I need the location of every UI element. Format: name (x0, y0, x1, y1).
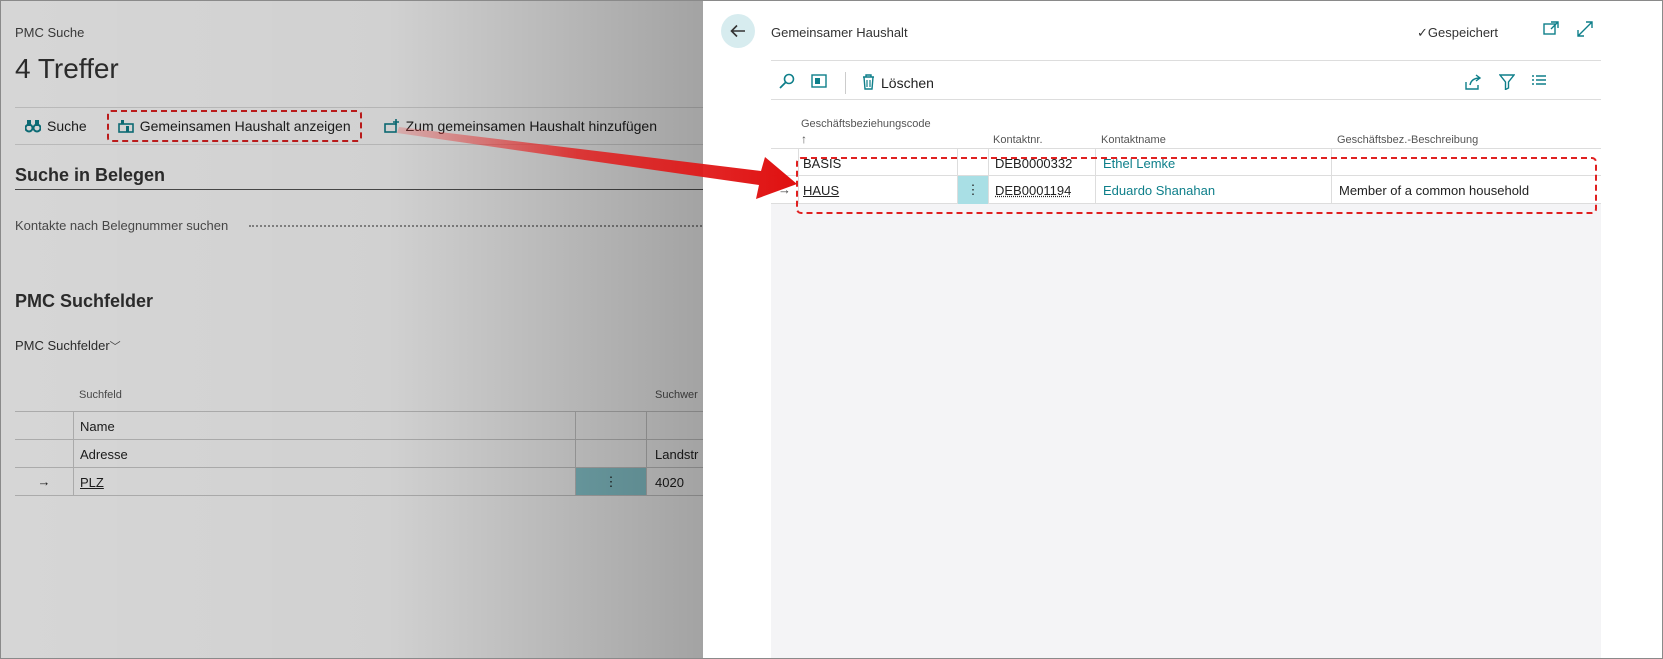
share-icon[interactable] (1465, 74, 1482, 94)
column-header-field[interactable]: Suchfeld (79, 389, 122, 401)
contact-no-cell[interactable]: DEB0000332 (995, 156, 1072, 171)
toolbar-divider (771, 99, 1601, 100)
row-selected-arrow-icon: → (771, 176, 799, 204)
header-divider (771, 60, 1601, 61)
cell-divider (1095, 149, 1096, 177)
row-selected-arrow-icon: → (15, 468, 74, 495)
field-value[interactable]: 4020 (655, 475, 684, 490)
delete-button[interactable]: Löschen (862, 73, 934, 93)
documents-field-input[interactable] (249, 225, 709, 227)
table-row[interactable]: Adresse Landstr (15, 440, 715, 468)
chevron-down-icon: ﹀ (109, 341, 121, 353)
household-icon (117, 119, 134, 133)
documents-field-label: Kontakte nach Belegnummer suchen (15, 218, 229, 233)
panel-title: Gemeinsamer Haushalt (771, 25, 908, 40)
list-view-icon[interactable] (1531, 74, 1547, 92)
row-menu-cell[interactable] (575, 440, 647, 467)
row-marker (15, 412, 74, 439)
table-row[interactable]: → PLZ ⋮ 4020 (15, 468, 715, 496)
row-menu-cell[interactable] (575, 412, 647, 439)
contact-no-cell[interactable]: DEB0001194 (995, 183, 1071, 198)
show-household-button[interactable]: Gemeinsamen Haushalt anzeigen (106, 110, 362, 142)
expand-icon[interactable] (1577, 21, 1593, 41)
sort-ascending-icon[interactable]: ↑ (801, 132, 807, 146)
section-fields-title[interactable]: PMC Suchfelder (15, 291, 153, 312)
section-divider (15, 189, 715, 190)
arrow-left-icon (730, 24, 745, 38)
description-cell[interactable]: Member of a common household (1339, 183, 1529, 198)
column-header-code[interactable]: Geschäftsbeziehungscode (801, 118, 931, 130)
table-row-selected[interactable]: → HAUS ⋮ DEB0001194 Eduardo Shanahan Mem… (771, 176, 1601, 204)
cell-divider (1331, 149, 1332, 177)
checkmark-icon: ✓ (1417, 25, 1428, 40)
row-menu-button[interactable]: ⋮ (575, 468, 647, 495)
search-icon[interactable] (779, 73, 795, 93)
filter-icon[interactable] (1498, 74, 1516, 94)
grid-body (771, 156, 1601, 658)
back-button[interactable] (721, 14, 755, 48)
search-fields-table: Name Adresse Landstr → PLZ ⋮ 4020 (15, 411, 715, 496)
contact-no-value: DEB0001194 (995, 183, 1072, 198)
household-panel: Gemeinsamer Haushalt ✓Gespeichert Lösche… (703, 1, 1662, 658)
fields-subsection-label: PMC Suchfelder (15, 338, 110, 353)
add-to-household-button[interactable]: Zum gemeinsamen Haushalt hinzufügen (383, 118, 657, 134)
field-name: Name (80, 419, 115, 434)
field-name: Adresse (80, 447, 128, 462)
cell-divider (1331, 176, 1332, 204)
delete-button-label: Löschen (881, 75, 934, 91)
code-cell[interactable]: HAUS (803, 183, 839, 198)
contact-name-link[interactable]: Ethel Lemke (1103, 156, 1175, 171)
toolbar-separator (845, 72, 846, 94)
fields-subsection-toggle[interactable]: PMC Suchfelder﹀ (15, 338, 121, 354)
saved-status: ✓Gespeichert (1417, 25, 1498, 41)
row-menu-cell[interactable] (957, 149, 989, 177)
binoculars-icon (24, 119, 42, 133)
trash-icon (862, 73, 875, 93)
search-action-label: Suche (47, 118, 87, 134)
cell-divider (1095, 176, 1096, 204)
edit-list-icon[interactable] (811, 73, 827, 93)
add-household-icon (383, 119, 400, 133)
column-header-contact-name[interactable]: Kontaktname (1101, 134, 1166, 146)
open-new-window-icon[interactable] (1543, 21, 1559, 39)
row-menu-button[interactable]: ⋮ (957, 176, 989, 204)
column-header-description[interactable]: Geschäftsbez.-Beschreibung (1337, 134, 1478, 146)
row-marker (771, 149, 799, 177)
field-name-link[interactable]: PLZ (80, 475, 104, 490)
code-cell[interactable]: BASIS (803, 156, 841, 171)
table-row[interactable]: BASIS DEB0000332 Ethel Lemke (771, 148, 1601, 177)
page-caption: PMC Suche (15, 25, 85, 40)
show-household-label: Gemeinsamen Haushalt anzeigen (139, 118, 351, 134)
contact-name-link[interactable]: Eduardo Shanahan (1103, 183, 1215, 198)
column-header-contact-no[interactable]: Kontaktnr. (993, 134, 1043, 146)
page-title: 4 Treffer (15, 53, 119, 84)
field-value[interactable]: Landstr (655, 447, 698, 462)
column-header-value[interactable]: Suchwer (655, 389, 698, 401)
screenshot-frame: PMC Suche 4 Treffer Suche Gemeinsamen Ha… (0, 0, 1663, 659)
table-row[interactable]: Name (15, 412, 715, 440)
panel-toolbar: Löschen (771, 67, 1601, 99)
action-bar: Suche Gemeinsamen Haushalt anzeigen Zum … (15, 107, 715, 145)
add-to-household-label: Zum gemeinsamen Haushalt hinzufügen (405, 118, 657, 134)
row-marker (15, 440, 74, 467)
saved-status-label: Gespeichert (1427, 25, 1498, 40)
search-action-button[interactable]: Suche (24, 118, 87, 134)
section-documents-title[interactable]: Suche in Belegen (15, 165, 165, 186)
